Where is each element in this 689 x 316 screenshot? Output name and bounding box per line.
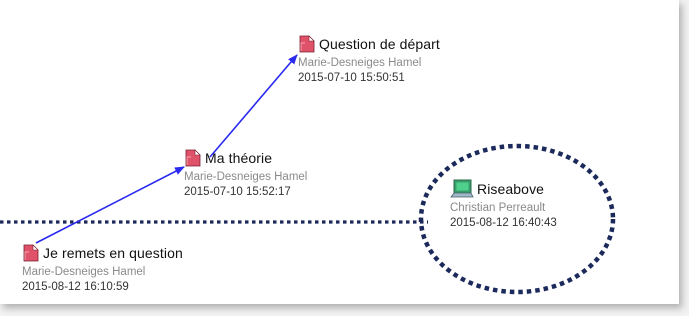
note-title[interactable]: Question de départ	[319, 36, 440, 52]
link-arrow-remets-to-theorie[interactable]	[35, 166, 185, 244]
note-author: Christian Perreault	[450, 202, 546, 214]
note-author: Marie-Desneiges Hamel	[184, 171, 308, 183]
note-title[interactable]: Riseabove	[477, 181, 544, 197]
note-date: 2015-08-12 16:10:59	[22, 281, 129, 293]
riseabove-laptop-icon[interactable]	[450, 179, 474, 199]
note-author: Marie-Desneiges Hamel	[22, 266, 146, 278]
note-riseabove[interactable]: Riseabove Christian Perreault 2015-08-12…	[450, 179, 557, 231]
note-page-icon[interactable]	[22, 244, 40, 262]
note-je-remets-en-question[interactable]: Je remets en question Marie-Desneiges Ha…	[22, 243, 183, 295]
note-title[interactable]: Je remets en question	[43, 245, 183, 261]
note-title[interactable]: Ma théorie	[205, 150, 272, 166]
note-ma-theorie[interactable]: Ma théorie Marie-Desneiges Hamel 2015-07…	[184, 148, 307, 200]
note-question-de-depart[interactable]: Question de départ Marie-Desneiges Hamel…	[298, 34, 440, 86]
note-author: Marie-Desneiges Hamel	[298, 57, 422, 69]
note-page-icon[interactable]	[184, 149, 202, 167]
note-page-icon[interactable]	[298, 35, 316, 53]
link-arrow-theorie-to-question[interactable]	[209, 54, 298, 158]
note-date: 2015-08-12 16:40:43	[450, 217, 557, 229]
note-date: 2015-07-10 15:52:17	[184, 186, 291, 198]
knowledge-forum-view: Question de départ Marie-Desneiges Hamel…	[0, 0, 679, 304]
note-date: 2015-07-10 15:50:51	[298, 72, 405, 84]
